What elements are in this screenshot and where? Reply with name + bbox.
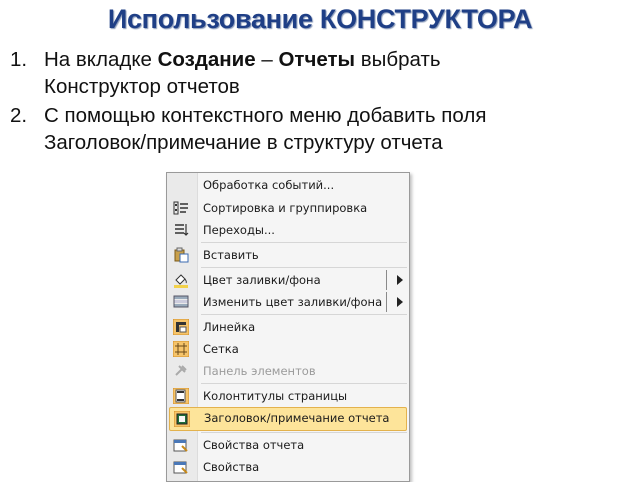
menu-item-label: Вставить: [203, 248, 259, 262]
step-dash: –: [255, 48, 279, 71]
step-text: Конструктор отчетов: [44, 75, 240, 98]
alt-fill-color-icon: [173, 294, 189, 310]
menu-item-label: Заголовок/примечание отчета: [204, 411, 390, 425]
menu-item-paste[interactable]: Вставить: [169, 244, 407, 266]
ruler-icon: [172, 318, 190, 336]
menu-item-page-header-footer[interactable]: Колонтитулы страницы: [169, 385, 407, 407]
menu-item-label: Панель элементов: [203, 364, 316, 378]
menu-item-properties[interactable]: Свойства: [169, 456, 407, 478]
steps-list: 1. На вкладке Создание – Отчеты выбрать …: [0, 46, 486, 158]
step-2: 2. С помощью контекстного меню добавить …: [0, 102, 486, 156]
menu-item-label: Свойства: [203, 460, 260, 474]
page-header-footer-icon: [172, 387, 190, 405]
menu-item-label: Цвет заливки/фона: [203, 273, 321, 287]
menu-item-event-handling[interactable]: Обработка событий...: [169, 174, 407, 196]
menu-item-label: Переходы...: [203, 223, 275, 237]
grid-icon: [172, 340, 190, 358]
slide-title: Использование КОНСТРУКТОРА: [107, 4, 533, 34]
menu-item-toolbox: Панель элементов: [169, 360, 407, 382]
menu-item-report-properties[interactable]: Свойства отчета: [169, 434, 407, 456]
menu-separator: [201, 267, 407, 268]
step-number: 1.: [10, 48, 28, 71]
menu-separator: [201, 242, 407, 243]
menu-item-label: Сетка: [203, 342, 239, 356]
step-number: 2.: [10, 104, 28, 127]
menu-item-grid[interactable]: Сетка: [169, 338, 407, 360]
menu-item-label: Изменить цвет заливки/фона: [203, 295, 383, 309]
sort-group-icon: [173, 200, 189, 216]
fill-color-icon: [173, 272, 189, 288]
menu-separator: [201, 432, 407, 433]
tab-order-icon: [173, 222, 189, 238]
menu-item-label: Свойства отчета: [203, 438, 305, 452]
step-text: Заголовок/примечание в структуру отчета: [44, 131, 443, 154]
step-keyword-reports: Отчеты: [278, 48, 356, 71]
menu-item-tab-order[interactable]: Переходы...: [169, 219, 407, 241]
step-text: выбрать: [355, 48, 441, 71]
submenu-arrow-icon[interactable]: [397, 275, 403, 285]
menu-item-label: Сортировка и группировка: [203, 201, 368, 215]
submenu-arrow-icon[interactable]: [397, 297, 403, 307]
step-text: На вкладке: [44, 48, 158, 71]
menu-separator: [201, 383, 407, 384]
step-keyword-create: Создание: [157, 48, 256, 71]
menu-item-ruler[interactable]: Линейка: [169, 316, 407, 338]
step-1: 1. На вкладке Создание – Отчеты выбрать …: [0, 46, 486, 100]
menu-item-label: Обработка событий...: [203, 178, 335, 192]
paste-icon: [173, 247, 189, 263]
menu-item-sort-group[interactable]: Сортировка и группировка: [169, 197, 407, 219]
report-properties-icon: [173, 437, 189, 453]
toolbox-icon: [173, 363, 189, 379]
properties-icon: [173, 459, 189, 475]
context-menu: Обработка событий... Сортировка и группи…: [166, 172, 410, 482]
submenu-divider: [386, 292, 387, 312]
menu-item-alt-fill-color[interactable]: Изменить цвет заливки/фона: [169, 291, 407, 313]
submenu-divider: [386, 270, 387, 290]
step-text: С помощью контекстного меню добавить пол…: [44, 104, 487, 127]
menu-separator: [201, 314, 407, 315]
menu-item-label: Линейка: [203, 320, 256, 334]
menu-item-label: Колонтитулы страницы: [203, 389, 348, 403]
events-icon: [173, 177, 189, 193]
menu-item-report-header-footer[interactable]: Заголовок/примечание отчета: [169, 407, 407, 431]
menu-item-fill-color[interactable]: Цвет заливки/фона: [169, 269, 407, 291]
report-header-footer-icon: [173, 410, 191, 428]
